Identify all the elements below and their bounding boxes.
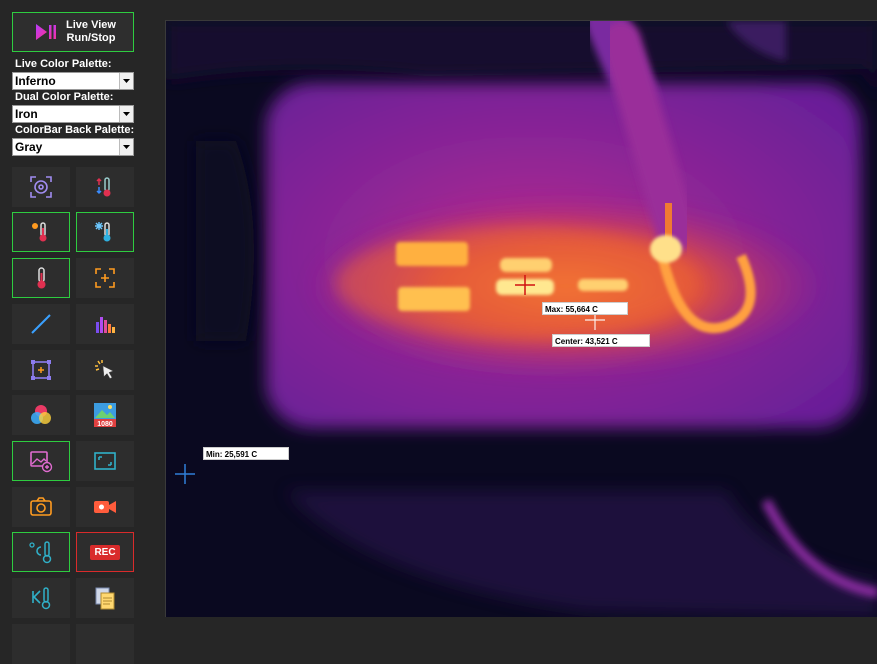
- colorbar-palette-select[interactable]: Gray: [12, 138, 134, 156]
- image-add-icon: [30, 451, 53, 473]
- chevron-down-icon: [119, 73, 133, 89]
- thermal-image-view[interactable]: Max: 55,664 C Center: 43,521 C Min: 25,5…: [165, 20, 877, 617]
- thermometer-arrows-icon: [96, 177, 111, 197]
- dual-palette-label: Dual Color Palette:: [15, 91, 114, 103]
- pointer-select-button[interactable]: [76, 350, 134, 390]
- image-overlay-button[interactable]: [12, 441, 70, 481]
- resolution-button[interactable]: 1080: [76, 395, 134, 435]
- record-button[interactable]: REC: [76, 532, 134, 572]
- color-circles-icon: [31, 405, 51, 424]
- center-temp-button[interactable]: [12, 258, 70, 298]
- chevron-down-icon: [119, 106, 133, 122]
- video-capture-button[interactable]: [76, 487, 134, 527]
- line-icon: [31, 314, 51, 334]
- thermal-image: [166, 21, 877, 617]
- focus-plus-icon: [95, 268, 115, 288]
- celsius-unit-button[interactable]: [12, 532, 70, 572]
- area-select-icon: [31, 360, 51, 380]
- video-camera-icon: [94, 501, 116, 513]
- target-crosshair-button[interactable]: [12, 167, 70, 207]
- line-tool-button[interactable]: [12, 304, 70, 344]
- live-view-label: Live View Run/Stop: [66, 19, 116, 44]
- add-point-button[interactable]: [76, 258, 134, 298]
- dual-palette-select[interactable]: Iron: [12, 105, 134, 123]
- max-temp-label: Max: 55,664 C: [542, 302, 628, 315]
- hot-spot-button[interactable]: [12, 212, 70, 252]
- thermometer-sun-icon: [32, 222, 47, 242]
- color-settings-button[interactable]: [12, 395, 70, 435]
- thermometer-celsius-icon: [29, 541, 52, 564]
- play-pause-icon: [36, 24, 56, 40]
- cursor-click-icon: [95, 360, 114, 379]
- export-files-button[interactable]: [76, 578, 134, 618]
- image-hd-icon: 1080: [94, 403, 116, 428]
- snapshot-button[interactable]: [12, 487, 70, 527]
- center-temp-label: Center: 43,521 C: [552, 334, 650, 347]
- histogram-icon: [96, 317, 115, 333]
- sidebar: Live View Run/Stop Live Color Palette: I…: [0, 0, 160, 664]
- colorbar-palette-label: ColorBar Back Palette:: [15, 124, 135, 136]
- thermometer-kelvin-icon: [32, 587, 51, 610]
- thermometer-icon: [37, 267, 46, 289]
- tool-button-partial-right[interactable]: [76, 624, 134, 664]
- camera-icon: [30, 497, 52, 516]
- temperature-range-button[interactable]: [76, 167, 134, 207]
- thermometer-snowflake-icon: [95, 222, 111, 242]
- tool-button-partial-left[interactable]: [12, 624, 70, 664]
- live-palette-label: Live Color Palette:: [15, 58, 112, 70]
- live-palette-select[interactable]: Inferno: [12, 72, 134, 90]
- resolution-badge-text: 1080: [97, 421, 113, 428]
- histogram-button[interactable]: [76, 304, 134, 344]
- crosshair-icon: [30, 176, 52, 198]
- min-temp-label: Min: 25,591 C: [203, 447, 289, 460]
- kelvin-unit-button[interactable]: [12, 578, 70, 618]
- chevron-down-icon: [119, 139, 133, 155]
- area-tool-button[interactable]: [12, 350, 70, 390]
- live-view-run-stop-button[interactable]: Live View Run/Stop: [12, 12, 134, 52]
- fullscreen-button[interactable]: [76, 441, 134, 481]
- rec-badge: REC: [90, 544, 120, 560]
- fullscreen-icon: [94, 452, 116, 470]
- documents-icon: [95, 587, 115, 610]
- cold-spot-button[interactable]: [76, 212, 134, 252]
